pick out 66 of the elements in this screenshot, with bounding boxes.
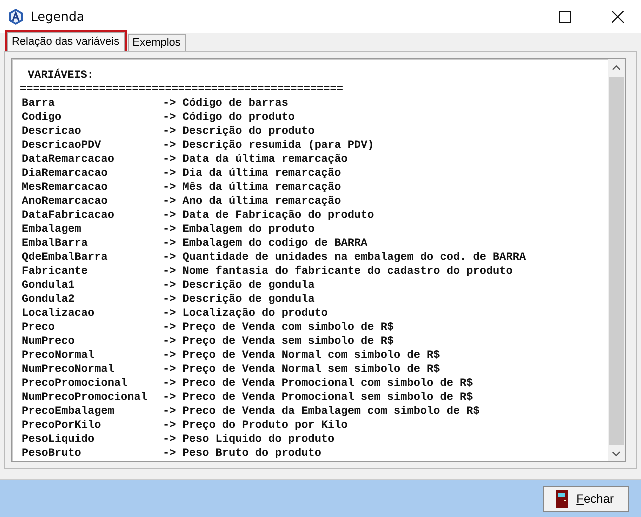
variable-name: QdeEmbalBarra	[22, 251, 109, 266]
variable-name: Gondula2	[22, 293, 76, 308]
variable-name: EmbalBarra	[22, 237, 90, 252]
variable-name: NumPrecoNormal	[22, 363, 116, 378]
variable-description: -> Código do produto	[163, 111, 296, 126]
variable-name: DiaRemarcacao	[22, 167, 109, 182]
variable-description: -> Descrição de gondula	[163, 293, 315, 308]
variable-name: AnoRemarcacao	[22, 195, 109, 210]
variable-name: NumPreco	[22, 335, 76, 350]
scroll-down-icon[interactable]	[612, 451, 621, 458]
variable-description: -> Preco de Venda Promocional sem simbolo de R$	[163, 391, 474, 406]
variable-description: -> Preço de Venda Normal sem simbolo de R$	[163, 363, 440, 378]
variable-description: -> Peso Bruto do produto	[163, 447, 322, 462]
variable-description: -> Descrição do produto	[163, 125, 315, 140]
scroll-up-icon[interactable]	[612, 65, 621, 72]
variable-name: PrecoPorKilo	[22, 419, 102, 434]
variable-description: -> Preço de Venda com simbolo de R$	[163, 321, 394, 336]
variable-name: DescricaoPDV	[22, 139, 102, 154]
variable-description: -> Dia da última remarcação	[163, 167, 342, 182]
variable-description: -> Código de barras	[163, 97, 288, 112]
variable-name: Barra	[22, 97, 56, 112]
variable-name: Codigo	[22, 111, 63, 126]
separator-text: =================================================	[20, 83, 344, 98]
variable-description: -> Mês da última remarcação	[163, 181, 342, 196]
variable-description: -> Preço de Venda sem simbolo de R$	[163, 335, 394, 350]
scrollbar[interactable]	[608, 59, 625, 462]
tab[interactable]: Exemplos	[128, 34, 186, 52]
variable-description: -> Preço de Venda Normal com simbolo de R$	[163, 349, 440, 364]
variable-name: PesoBruto	[22, 447, 82, 462]
variable-description: -> Quantidade de unidades na embalagem do cod. de BARRA	[163, 251, 526, 266]
variable-description: -> Ano da última remarcação	[163, 195, 342, 210]
variable-description: -> Data de Fabricação do produto	[163, 209, 374, 224]
variable-name: Descricao	[22, 125, 82, 140]
variable-name: MesRemarcacao	[22, 181, 109, 196]
close-button[interactable]: Fechar	[542, 486, 629, 512]
variable-name: Embalagem	[22, 223, 82, 238]
variable-name: PrecoEmbalagem	[22, 405, 116, 420]
variable-description: -> Preco de Venda da Embalagem com simbolo de R$	[163, 405, 480, 420]
variable-description: -> Descrição resumida (para PDV)	[163, 139, 374, 154]
variable-name: PrecoPromocional	[22, 377, 129, 392]
variable-description: -> Embalagem do produto	[163, 223, 315, 238]
variable-description: -> Localização do produto	[163, 307, 328, 322]
variable-description: -> Descrição de gondula	[163, 279, 315, 294]
window-title: Legenda	[31, 9, 85, 24]
variable-name: Fabricante	[22, 265, 90, 280]
scroll-thumb[interactable]	[609, 77, 624, 446]
variable-name: PrecoNormal	[22, 349, 96, 364]
variable-description: -> Nome fantasia do fabricante do cadastro do produto	[163, 265, 513, 280]
variable-name: Preco	[22, 321, 56, 336]
close-icon[interactable]	[612, 10, 624, 23]
maximize-icon[interactable]	[559, 10, 571, 23]
variable-description: -> Embalagem do codigo de BARRA	[163, 237, 368, 252]
variable-name: DataRemarcacao	[22, 153, 116, 168]
tab[interactable]: Relação das variáveis	[7, 32, 125, 52]
door-icon	[556, 490, 568, 508]
variable-name: Localizacao	[22, 307, 96, 322]
variable-description: -> Preço do Produto por Kilo	[163, 419, 348, 434]
variable-name: Gondula1	[22, 279, 76, 294]
variable-name: NumPrecoPromocional	[22, 391, 148, 406]
variable-description: -> Peso Liquido do produto	[163, 433, 335, 448]
heading-text: VARIÁVEIS:	[27, 69, 96, 84]
variable-description: -> Preco de Venda Promocional com simbolo de R$	[163, 377, 474, 392]
variable-name: PesoLiquido	[22, 433, 96, 448]
app-logo-icon	[8, 8, 24, 25]
variable-name: DataFabricacao	[22, 209, 116, 224]
variable-description: -> Data da última remarcação	[163, 153, 348, 168]
